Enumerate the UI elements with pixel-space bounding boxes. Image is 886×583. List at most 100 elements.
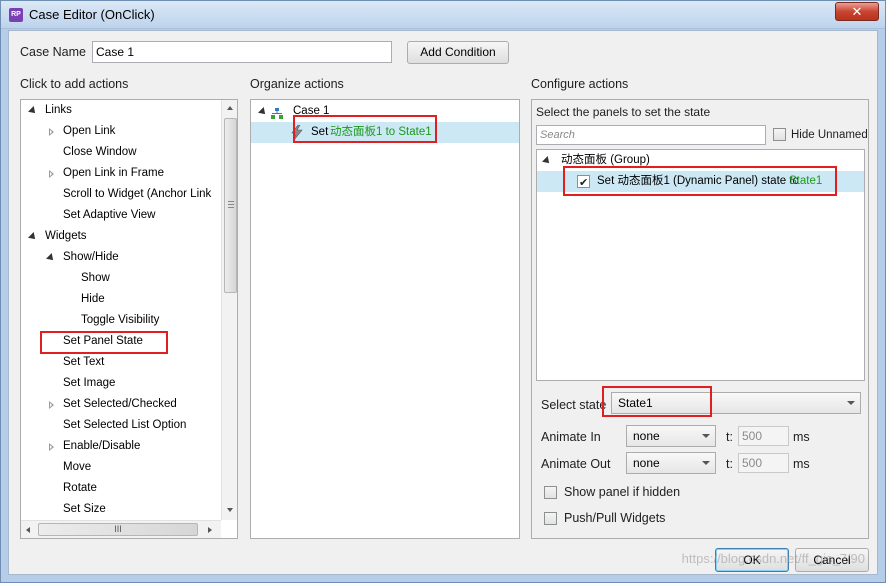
dynamic-panel-checkbox[interactable] (577, 173, 590, 194)
window-close-button[interactable]: ✕ (835, 2, 879, 21)
action-item-label: Widgets (45, 230, 87, 242)
action-item[interactable]: Close Window (21, 142, 221, 163)
action-item-label: Toggle Visibility (81, 314, 160, 326)
case-name-input[interactable]: Case 1 (92, 41, 392, 63)
animate-out-ms-label: ms (793, 457, 810, 471)
action-item-label: Open Link in Frame (63, 167, 164, 179)
push-pull-widgets-checkbox[interactable] (544, 512, 557, 525)
action-item[interactable]: Set Size (21, 499, 221, 520)
action-item[interactable]: Open Link in Frame (21, 163, 221, 184)
animate-in-duration-input[interactable]: 500 (738, 426, 789, 446)
dynamic-panel-row[interactable]: Set 动态面板1 (Dynamic Panel) state to State… (537, 171, 864, 194)
action-item[interactable]: Widgets (21, 226, 221, 247)
select-state-value: State1 (618, 396, 653, 410)
expand-arrow-icon[interactable] (46, 253, 56, 263)
action-item[interactable]: Open Link (21, 121, 221, 142)
collapse-arrow-icon[interactable] (49, 170, 54, 178)
action-item[interactable]: Set Panel State (21, 331, 221, 352)
action-item[interactable]: Set Image (21, 373, 221, 394)
actions-tree: Links Open Link Close Window Open Link in F… (21, 100, 221, 520)
action-item[interactable]: Set Selected List Option (21, 415, 221, 436)
watermark-text: https://blog.csdn.net/ff_gis_7/90 (681, 551, 865, 566)
animate-out-duration-input[interactable]: 500 (738, 453, 789, 473)
animate-out-label: Animate Out (541, 457, 611, 471)
action-row-set-panel-state[interactable]: Set 动态面板1 to State1 (251, 122, 519, 143)
panel-search-input[interactable]: Search (536, 125, 766, 145)
action-item[interactable]: Move (21, 457, 221, 478)
action-item-label: Set Selected List Option (63, 419, 187, 431)
hide-unnamed-label: Hide Unnamed (791, 129, 868, 141)
title-bar[interactable]: RP Case Editor (OnClick) ✕ (1, 1, 885, 29)
action-item-label: Hide (81, 293, 105, 305)
animate-out-dropdown[interactable]: none (626, 452, 716, 474)
axure-rp-app-icon: RP (9, 8, 23, 22)
dialog-client-area: Case Name Case 1 Add Condition Click to … (8, 30, 878, 575)
configure-actions-header: Configure actions (531, 77, 629, 91)
show-panel-if-hidden-checkbox[interactable] (544, 486, 557, 499)
case-tree-icon (271, 106, 283, 119)
action-prefix: Set (311, 126, 329, 138)
action-item-label: Close Window (63, 146, 137, 158)
case-name-label: Case Name (20, 45, 86, 59)
configure-actions-panel: Select the panels to set the state Searc… (531, 99, 869, 539)
scroll-down-arrow-icon[interactable] (227, 508, 233, 512)
action-item[interactable]: Links (21, 100, 221, 121)
action-item[interactable]: Enable/Disable (21, 436, 221, 457)
action-item[interactable]: Set Adaptive View (21, 205, 221, 226)
action-item-label: Rotate (63, 482, 97, 494)
action-item-label: Show (81, 272, 110, 284)
action-item[interactable]: Set Selected/Checked (21, 394, 221, 415)
action-item-label: Set Image (63, 377, 116, 389)
action-item[interactable]: Show (21, 268, 221, 289)
scroll-left-arrow-icon[interactable] (26, 527, 30, 533)
animate-in-ms-label: ms (793, 430, 810, 444)
animate-out-value: none (633, 456, 660, 470)
action-item[interactable]: Rotate (21, 478, 221, 499)
scroll-right-arrow-icon[interactable] (208, 527, 212, 533)
select-state-dropdown[interactable]: State1 (611, 392, 861, 414)
action-item-label: Enable/Disable (63, 440, 141, 452)
case-label: Case 1 (293, 105, 330, 117)
collapse-arrow-icon[interactable] (49, 128, 54, 136)
action-item-label: Set Panel State (63, 335, 143, 347)
expand-arrow-icon[interactable] (28, 232, 38, 242)
group-row[interactable]: 动态面板 (Group) (537, 150, 864, 171)
case-row[interactable]: Case 1 (251, 101, 519, 122)
action-target-text: 动态面板1 to State1 (330, 126, 432, 138)
action-item[interactable]: Toggle Visibility (21, 310, 221, 331)
action-item[interactable]: Set Text (21, 352, 221, 373)
case-editor-window: RP Case Editor (OnClick) ✕ Case Name Cas… (0, 0, 886, 583)
window-title: Case Editor (OnClick) (29, 7, 155, 22)
dropdown-arrow-icon (702, 434, 710, 438)
select-panels-subheader: Select the panels to set the state (536, 105, 711, 119)
select-state-label: Select state (541, 398, 607, 412)
action-item-label: Set Adaptive View (63, 209, 156, 221)
animate-in-label: Animate In (541, 430, 601, 444)
collapse-arrow-icon[interactable] (49, 443, 54, 451)
action-item[interactable]: Show/Hide (21, 247, 221, 268)
dynamic-panel-state: State1 (789, 175, 823, 187)
scroll-thumb[interactable] (224, 118, 237, 293)
actions-tree-panel: Links Open Link Close Window Open Link in F… (20, 99, 238, 539)
expand-arrow-icon[interactable] (542, 156, 552, 166)
action-item[interactable]: Scroll to Widget (Anchor Link (21, 184, 221, 205)
organize-actions-panel: Case 1 Set 动态面板1 to State1 (250, 99, 520, 539)
action-item[interactable]: Hide (21, 289, 221, 310)
actions-tree-horizontal-scrollbar[interactable]: III (21, 520, 221, 538)
animate-in-t-label: t: (726, 430, 733, 444)
expand-arrow-icon[interactable] (28, 106, 38, 116)
animate-in-value: none (633, 429, 660, 443)
scroll-up-arrow-icon[interactable] (227, 106, 233, 110)
animate-in-dropdown[interactable]: none (626, 425, 716, 447)
collapse-arrow-icon[interactable] (49, 401, 54, 409)
animate-out-t-label: t: (726, 457, 733, 471)
add-condition-button[interactable]: Add Condition (407, 41, 509, 64)
hide-unnamed-checkbox[interactable] (773, 128, 786, 141)
horizontal-scroll-thumb[interactable]: III (38, 523, 198, 536)
action-item-label: Links (45, 104, 72, 116)
action-item-label: Set Size (63, 503, 106, 515)
dynamic-panel-label: Set 动态面板1 (Dynamic Panel) state to (597, 175, 799, 187)
actions-tree-vertical-scrollbar[interactable] (221, 100, 237, 520)
expand-arrow-icon[interactable] (258, 107, 268, 117)
click-to-add-actions-header: Click to add actions (20, 77, 129, 91)
